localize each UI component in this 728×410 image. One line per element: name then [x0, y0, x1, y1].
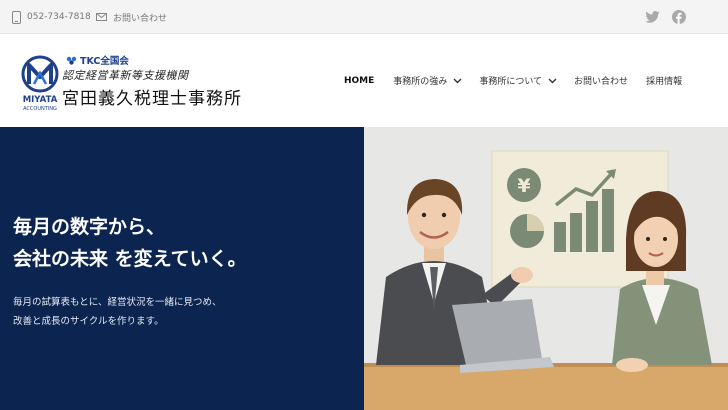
growth-bar: [586, 201, 598, 252]
hero-title-line2: 会社の未来 を変えていく。: [13, 248, 247, 270]
phone-contact[interactable]: 052-734-7818: [12, 0, 91, 34]
hero-desc-line1: 毎月の試算表もとに、経営状況を一緒に見つめ、: [13, 297, 222, 308]
laptop-icon: [452, 299, 542, 365]
growth-bar: [554, 222, 566, 252]
logo-text: MIYATA: [23, 95, 58, 105]
meeting-table: [364, 365, 728, 410]
hero-desc-line2: 改善と成長のサイクルを作ります。: [13, 316, 164, 327]
miyata-logo-icon[interactable]: MIYATA ACCOUNTING: [18, 54, 62, 114]
social-links: [645, 0, 686, 34]
hero-title-line1: 毎月の数字から、: [13, 216, 166, 238]
chevron-down-icon: [453, 78, 462, 83]
nav-home-label: HOME: [344, 75, 375, 86]
hero-title: 毎月の数字から、 会社の未来 を変えていく。: [13, 211, 247, 275]
inquiry-link: お問い合わせ: [113, 13, 168, 24]
certified-label: 認定経営革新等支援機関: [62, 69, 189, 82]
nav-contact-label: お問い合わせ: [574, 77, 629, 87]
nav-recruit-label: 採用情報: [646, 77, 683, 87]
nav-about-label: 事務所について: [479, 77, 543, 87]
inquiry-contact[interactable]: お問い合わせ: [96, 0, 167, 34]
tkc-badge: TKC全国会: [66, 53, 129, 67]
phone-number: 052-734-7818: [27, 12, 91, 22]
growth-bar: [602, 189, 614, 252]
hero-text-panel: 毎月の数字から、 会社の未来 を変えていく。 毎月の試算表もとに、経営状況を一緒…: [0, 127, 364, 410]
tkc-icon: [66, 56, 77, 65]
nav-strengths[interactable]: 事務所の強み: [393, 74, 462, 87]
nav-home[interactable]: HOME: [344, 76, 374, 86]
nav-recruit[interactable]: 採用情報: [646, 74, 682, 87]
chevron-down-icon: [548, 78, 557, 83]
logo-sub-text: ACCOUNTING: [23, 106, 57, 112]
growth-bar: [570, 213, 582, 252]
hero-description: 毎月の試算表もとに、経営状況を一緒に見つめ、 改善と成長のサイクルを作ります。: [13, 293, 222, 331]
yen-symbol: ¥: [517, 175, 530, 197]
top-bar: 052-734-7818 お問い合わせ: [0, 0, 728, 34]
twitter-icon[interactable]: [645, 11, 660, 23]
main-nav: HOME 事務所の強み 事務所について お問い合わせ 採用情報: [344, 34, 682, 127]
nav-about[interactable]: 事務所について: [479, 74, 557, 87]
phone-icon: [12, 10, 21, 24]
tkc-label: TKC全国会: [80, 56, 129, 67]
hero-illustration: ¥: [364, 127, 728, 410]
meeting-illustration: ¥: [364, 150, 728, 410]
nav-strengths-label: 事務所の強み: [393, 77, 448, 87]
facebook-icon[interactable]: [672, 10, 686, 24]
mail-icon: [96, 13, 107, 21]
office-name[interactable]: 宮田義久税理士事務所: [62, 84, 242, 109]
nav-contact[interactable]: お問い合わせ: [574, 74, 628, 87]
